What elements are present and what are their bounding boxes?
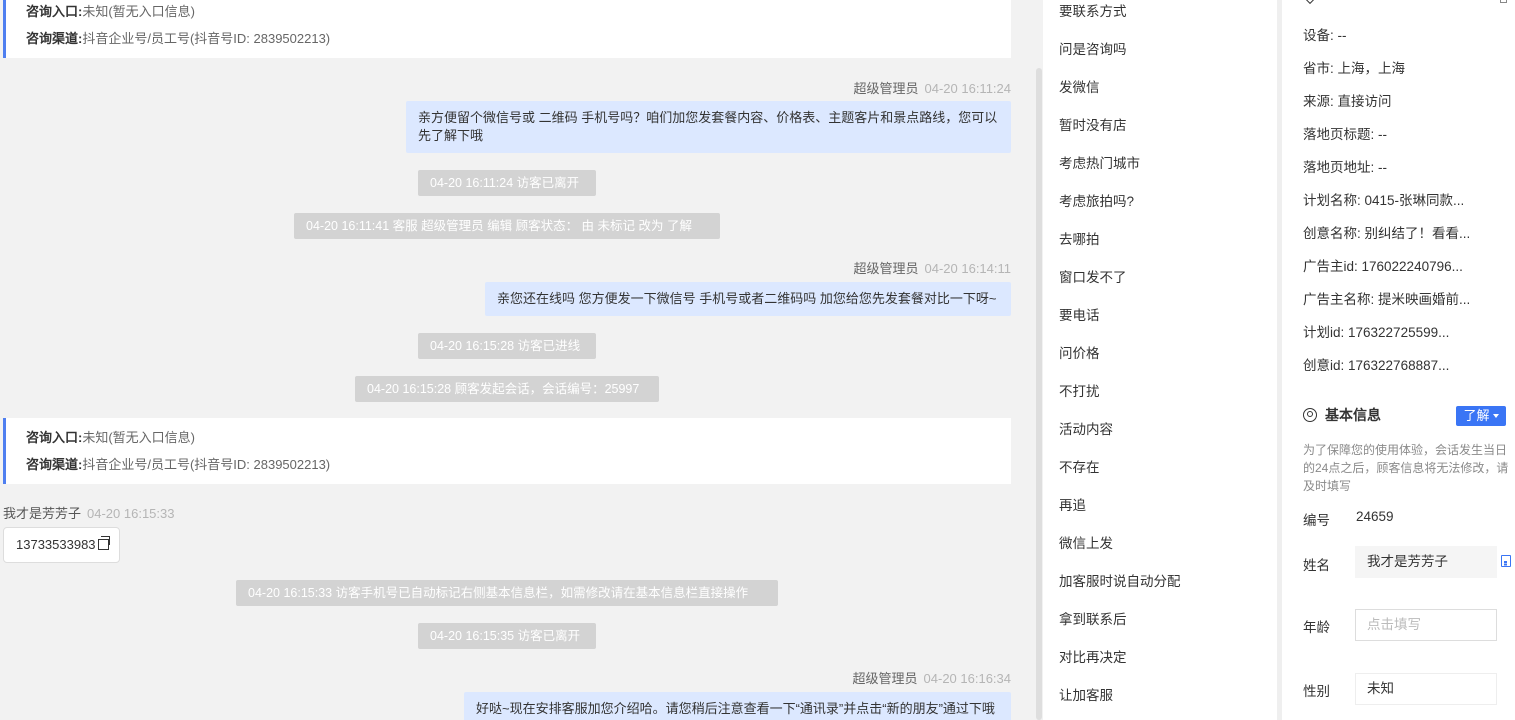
edit-notice: 为了保障您的使用体验，会话发生当日的24点之后，顾客信息将无法修改，请及时填写: [1303, 443, 1509, 493]
detail-advertiser-id: 广告主id: 176022240796...: [1303, 259, 1463, 274]
phrase-item[interactable]: 考虑旅拍吗?: [1059, 190, 1134, 210]
detail-region: 省市: 上海，上海: [1303, 61, 1406, 76]
phrase-item[interactable]: 暂时没有店: [1059, 114, 1127, 134]
age-label: 年龄: [1303, 620, 1330, 635]
message-meta: 超级管理员 04-20 16:16:34: [852, 671, 1011, 686]
detail-plan-name: 计划名称: 0415-张琳同款...: [1303, 193, 1465, 208]
id-label: 编号: [1303, 513, 1330, 528]
customer-info-panel: 设备: -- 省市: 上海，上海 来源: 直接访问 落地页标题: -- 落地页地…: [1282, 0, 1515, 720]
detail-landing-title: 落地页标题: --: [1303, 127, 1387, 142]
system-message: 04-20 16:11:24 访客已离开: [418, 170, 596, 196]
phrase-item[interactable]: 拿到联系后: [1059, 608, 1127, 628]
user-circle-icon: [1303, 408, 1317, 422]
phone-number: 13733533983: [16, 537, 96, 552]
system-message: 04-20 16:15:33 访客手机号已自动标记右侧基本信息栏，如需修改请在基…: [236, 580, 778, 606]
entry-line: 咨询入口:未知(暂无入口信息): [26, 4, 196, 19]
phrase-item[interactable]: 让加客服: [1059, 684, 1113, 704]
system-message: 04-20 16:15:35 访客已离开: [418, 623, 596, 649]
channel-line: 咨询渠道:抖音企业号/员工号(抖音号ID: 2839502213): [26, 457, 331, 472]
phrase-item[interactable]: 发微信: [1059, 76, 1100, 96]
detail-creative-name: 创意名称: 别纠结了！看看...: [1303, 226, 1471, 241]
detail-landing-url: 落地页地址: --: [1303, 160, 1387, 175]
entry-line: 咨询入口:未知(暂无入口信息): [26, 430, 196, 445]
outgoing-message: 好哒~现在安排客服加您介绍哈。请您稍后注意查看一下“通讯录”并点击“新的朋友”通…: [464, 692, 1011, 720]
detail-source: 来源: 直接访问: [1303, 94, 1392, 109]
detail-creative-id: 创意id: 176322768887...: [1303, 358, 1450, 373]
name-label: 姓名: [1303, 558, 1330, 573]
customer-status-dropdown[interactable]: 了解: [1456, 406, 1506, 426]
consult-info-card: 咨询入口:未知(暂无入口信息) 咨询渠道:抖音企业号/员工号(抖音号ID: 28…: [3, 0, 1011, 58]
phrase-item[interactable]: 对比再决定: [1059, 646, 1127, 666]
consult-info-card: 咨询入口:未知(暂无入口信息) 咨询渠道:抖音企业号/员工号(抖音号ID: 28…: [3, 418, 1011, 484]
copy-icon[interactable]: [97, 536, 110, 550]
message-meta: 我才是芳芳子 04-20 16:15:33: [3, 506, 175, 521]
outgoing-message: 亲方便留个微信号或 二维码 手机号吗？咱们加您发套餐内容、价格表、主题客片和景点…: [406, 101, 1011, 153]
detail-device: 设备: --: [1303, 28, 1347, 43]
phrase-item[interactable]: 活动内容: [1059, 418, 1113, 438]
incoming-phone-message[interactable]: 13733533983: [3, 527, 120, 563]
system-message: 04-20 16:15:28 顾客发起会话，会话编号：25997: [355, 376, 659, 402]
gender-label: 性别: [1303, 684, 1330, 699]
phrase-item[interactable]: 微信上发: [1059, 532, 1113, 552]
phrase-item[interactable]: 加客服时说自动分配: [1059, 570, 1181, 590]
message-meta: 超级管理员 04-20 16:14:11: [853, 261, 1011, 276]
phrase-item[interactable]: 不存在: [1059, 456, 1100, 476]
phrase-item[interactable]: 不打扰: [1059, 380, 1100, 400]
channel-line: 咨询渠道:抖音企业号/员工号(抖音号ID: 2839502213): [26, 31, 331, 46]
outgoing-message: 亲您还在线吗 您方便发一下微信号 手机号或者二维码吗 加您给您先发套餐对比一下呀…: [485, 282, 1011, 316]
quick-phrase-list: 要联系方式 问是咨询吗 发微信 暂时没有店 考虑热门城市 考虑旅拍吗? 去哪拍 …: [1043, 0, 1277, 720]
message-meta: 超级管理员 04-20 16:11:24: [853, 81, 1011, 96]
age-field[interactable]: 点击填写: [1355, 609, 1497, 641]
phrase-item[interactable]: 要电话: [1059, 304, 1100, 324]
system-message: 04-20 16:11:41 客服 超级管理员 编辑 顾客状态： 由 未标记 改…: [294, 213, 720, 239]
phrase-item[interactable]: 再追: [1059, 494, 1086, 514]
chat-scrollbar[interactable]: [1036, 68, 1042, 720]
caret-down-icon: [1492, 414, 1499, 418]
phrase-item[interactable]: 去哪拍: [1059, 228, 1100, 248]
phrase-item[interactable]: 要联系方式: [1059, 0, 1127, 20]
name-field[interactable]: 我才是芳芳子: [1355, 546, 1497, 578]
system-message: 04-20 16:15:28 访客已进线: [418, 333, 596, 359]
detail-plan-id: 计划id: 176322725599...: [1303, 325, 1450, 340]
phrase-item[interactable]: 问价格: [1059, 342, 1100, 362]
phrase-item[interactable]: 窗口发不了: [1059, 266, 1127, 286]
location-icon: [1302, 0, 1318, 5]
phrase-item[interactable]: 考虑热门城市: [1059, 152, 1140, 172]
id-value: 24659: [1356, 509, 1394, 524]
detail-advertiser-name: 广告主名称: 提米映画婚前...: [1303, 292, 1471, 307]
copy-name-icon[interactable]: [1501, 555, 1511, 567]
chat-history: 咨询入口:未知(暂无入口信息) 咨询渠道:抖音企业号/员工号(抖音号ID: 28…: [0, 0, 1040, 720]
edit-icon[interactable]: [1500, 0, 1507, 3]
gender-field[interactable]: 未知: [1355, 673, 1497, 705]
basic-info-title: 基本信息: [1303, 405, 1381, 425]
phrase-item[interactable]: 问是咨询吗: [1059, 38, 1127, 58]
